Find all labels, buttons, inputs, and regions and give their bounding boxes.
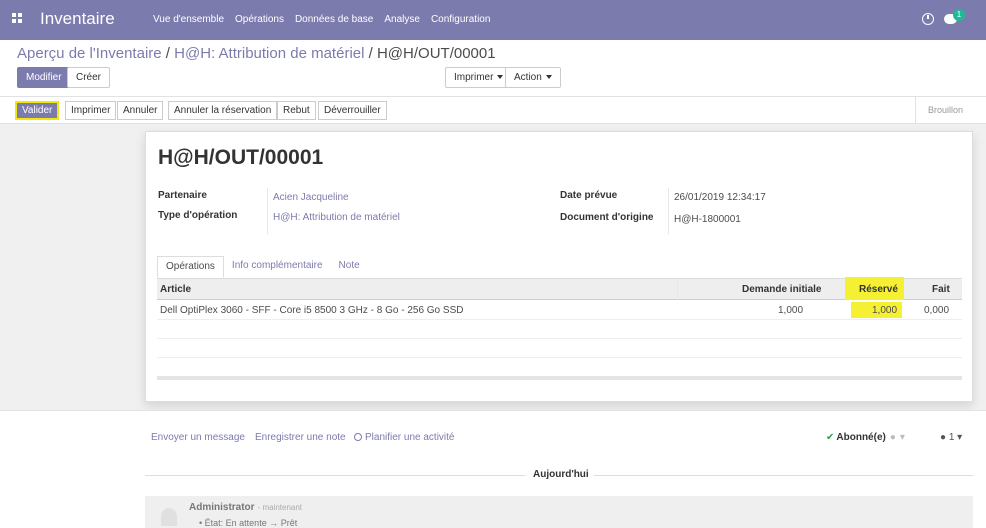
cell-reserved: 1,000 <box>872 305 898 316</box>
print-button[interactable]: Imprimer <box>65 101 117 120</box>
apps-menu-icon[interactable] <box>12 13 24 25</box>
author-name[interactable]: Administrator <box>189 502 255 513</box>
col-reserved[interactable]: Réservé <box>859 284 898 295</box>
cell-initial-demand: 1,000 <box>778 305 804 316</box>
field-divider <box>668 188 669 234</box>
menu-item-configuration[interactable]: Configuration <box>431 14 490 25</box>
activity-clock-icon[interactable] <box>922 13 934 25</box>
scrap-button[interactable]: Rebut <box>277 101 316 120</box>
cell-article: Dell OptiPlex 3060 - SFF - Core i5 8500 … <box>160 305 464 316</box>
notification-badge: 1 <box>953 9 965 21</box>
chevron-down-icon: ▾ <box>899 432 905 443</box>
status-bar: Valider Imprimer Annuler Annuler la rése… <box>0 96 986 124</box>
table-row-empty <box>157 320 962 339</box>
check-icon: ✔ <box>826 432 835 443</box>
menu-item-operations[interactable]: Opérations <box>235 14 284 25</box>
breadcrumb-root[interactable]: Aperçu de l'Inventaire <box>17 45 162 62</box>
schedule-activity-label: Planifier une activité <box>365 432 455 443</box>
action-dropdown[interactable]: Action <box>505 67 561 88</box>
field-divider <box>267 188 268 234</box>
cell-done: 0,000 <box>924 305 950 316</box>
cancel-button[interactable]: Annuler <box>117 101 164 120</box>
status-draft: Brouillon <box>915 97 986 123</box>
follow-button[interactable]: ✔ Abonné(e) ● ▾ <box>826 432 905 443</box>
date-divider-line <box>145 475 525 476</box>
clock-icon <box>354 433 362 441</box>
table-row[interactable]: Dell OptiPlex 3060 - SFF - Core i5 8500 … <box>157 301 962 320</box>
follower-user-icon: ● <box>889 432 896 443</box>
operation-type-field[interactable]: H@H: Attribution de matériel <box>273 212 400 223</box>
control-panel: Aperçu de l'Inventaire / H@H: Attributio… <box>0 40 986 96</box>
print-label: Imprimer <box>454 72 494 83</box>
record-title: H@H/OUT/00001 <box>158 146 324 169</box>
breadcrumb-middle[interactable]: H@H: Attribution de matériel <box>174 45 364 62</box>
message-time: - maintenant <box>257 503 303 512</box>
col-done[interactable]: Fait <box>932 284 950 295</box>
origin-field[interactable]: H@H-1800001 <box>674 214 741 225</box>
chatter: Envoyer un message Enregistrer une note … <box>0 410 986 528</box>
scheduled-date-label: Date prévue <box>560 190 618 201</box>
avatar <box>161 508 177 526</box>
today-label: Aujourd'hui <box>533 469 589 480</box>
breadcrumb-separator: / <box>364 45 377 62</box>
menu-item-analysis[interactable]: Analyse <box>384 14 420 25</box>
schedule-activity-button[interactable]: Planifier une activité <box>354 432 455 443</box>
followers-count: 1 <box>948 432 955 443</box>
chevron-down-icon: ▾ <box>957 432 963 443</box>
print-dropdown[interactable]: Imprimer <box>445 67 513 88</box>
create-button[interactable]: Créer <box>67 67 111 88</box>
main-menu: Vue d'ensemble Opérations Données de bas… <box>153 14 490 25</box>
menu-item-master-data[interactable]: Données de base <box>295 14 373 25</box>
column-divider <box>677 279 678 300</box>
caret-down-icon <box>545 75 552 80</box>
log-note-button[interactable]: Enregistrer une note <box>255 432 346 443</box>
tab-operations[interactable]: Opérations <box>157 256 224 278</box>
breadcrumb-separator: / <box>161 45 175 62</box>
partner-field[interactable]: Acien Jacqueline <box>273 192 349 203</box>
send-message-button[interactable]: Envoyer un message <box>151 432 245 443</box>
unlock-button[interactable]: Déverrouiller <box>318 101 387 120</box>
notebook-tabs: Opérations Info complémentaire Note <box>157 256 368 278</box>
table-row-empty <box>157 358 962 377</box>
action-label: Action <box>514 72 542 83</box>
col-article[interactable]: Article <box>160 284 191 295</box>
table-row-empty <box>157 339 962 358</box>
table-header: Article Demande initiale Réservé Fait <box>157 277 962 300</box>
unreserve-button[interactable]: Annuler la réservation <box>168 101 278 120</box>
scheduled-date-field[interactable]: 26/01/2019 12:34:17 <box>674 192 766 203</box>
origin-label: Document d'origine <box>560 212 654 223</box>
app-name[interactable]: Inventaire <box>40 9 115 29</box>
breadcrumb: Aperçu de l'Inventaire / H@H: Attributio… <box>17 45 496 62</box>
table-footer <box>157 376 962 380</box>
top-navbar: Inventaire Vue d'ensemble Opérations Don… <box>0 0 986 40</box>
tab-note[interactable]: Note <box>331 256 368 278</box>
chatter-message: Administrator - maintenant • État: En att… <box>145 496 973 528</box>
form-sheet: H@H/OUT/00001 Partenaire Acien Jacquelin… <box>145 131 973 402</box>
date-divider-line <box>594 475 973 476</box>
tracking-value: • État: En attente → Prêt <box>199 518 298 528</box>
tab-additional-info[interactable]: Info complémentaire <box>224 256 331 278</box>
validate-button[interactable]: Valider <box>15 101 60 120</box>
caret-down-icon <box>497 75 504 80</box>
operation-type-label: Type d'opération <box>158 210 238 221</box>
col-initial-demand[interactable]: Demande initiale <box>742 284 821 295</box>
user-icon: ● <box>940 432 947 443</box>
partner-label: Partenaire <box>158 190 207 201</box>
menu-item-overview[interactable]: Vue d'ensemble <box>153 14 224 25</box>
edit-button[interactable]: Modifier <box>17 67 71 88</box>
followers-button[interactable]: ● 1 ▾ <box>940 432 962 443</box>
follow-label: Abonné(e) <box>836 432 886 443</box>
breadcrumb-current: H@H/OUT/00001 <box>376 45 496 62</box>
message-author: Administrator - maintenant <box>189 502 302 513</box>
